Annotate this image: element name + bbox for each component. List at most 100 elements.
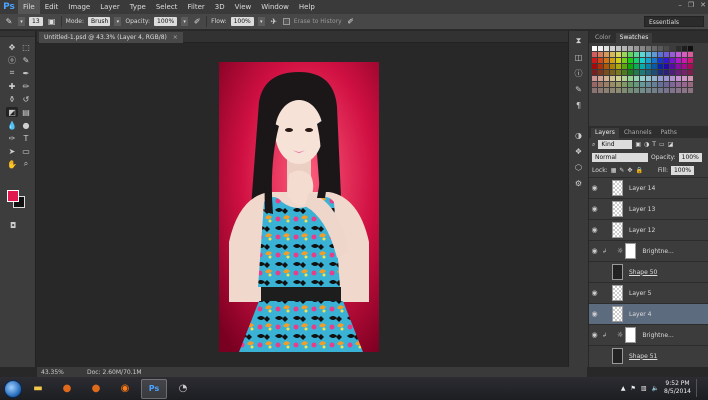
menu-window[interactable]: Window [256,0,294,14]
color-swatch[interactable] [616,82,621,87]
brush-size-picker[interactable]: 13 [29,17,43,26]
color-swatch[interactable] [634,52,639,57]
color-swatch[interactable] [616,46,621,51]
color-swatch[interactable] [592,76,597,81]
color-swatch[interactable] [610,58,615,63]
brush-tool-icon[interactable]: ✏ [20,81,32,91]
color-swatch[interactable] [598,70,603,75]
tab-layers[interactable]: Layers [591,128,619,138]
color-swatch[interactable] [610,76,615,81]
color-swatch[interactable] [598,64,603,69]
color-swatch[interactable] [634,46,639,51]
visibility-eye-icon[interactable]: ◉ [589,247,600,255]
menu-image[interactable]: Image [63,0,95,14]
color-swatch[interactable] [682,46,687,51]
color-swatch[interactable] [598,76,603,81]
timeline-panel-icon[interactable]: ⚙ [572,177,586,189]
menu-type[interactable]: Type [125,0,151,14]
lock-transparency-icon[interactable]: ▦ [611,167,617,174]
menu-filter[interactable]: Filter [182,0,209,14]
color-swatch[interactable] [652,52,657,57]
color-swatch[interactable] [646,76,651,81]
tab-swatches[interactable]: Swatches [615,33,653,43]
color-swatch[interactable] [640,46,645,51]
clock[interactable]: 9:52 PM 8/5/2014 [664,380,691,396]
color-swatch[interactable] [658,58,663,63]
color-swatch[interactable] [592,70,597,75]
move-tool-icon[interactable]: ✥ [6,42,18,52]
flag-icon[interactable]: ⚑ [631,385,636,392]
color-swatch[interactable] [634,88,639,93]
color-swatch[interactable] [622,64,627,69]
color-swatch[interactable] [634,76,639,81]
properties-panel-icon[interactable]: ◫ [572,51,586,63]
lock-all-icon[interactable]: 🔒 [635,167,642,174]
brush-panel-icon[interactable]: ▣ [47,17,57,27]
color-swatch[interactable] [688,64,693,69]
color-swatch[interactable] [676,52,681,57]
eyedropper-tool-icon[interactable]: ✒ [20,68,32,78]
color-swatch[interactable] [604,82,609,87]
document-tab[interactable]: Untitled-1.psd @ 43.3% (Layer 4, RGB/8) … [39,32,183,43]
foreground-color-swatch[interactable] [7,190,19,202]
layer-row[interactable]: ◉ Layer 4 [589,303,708,324]
color-swatch[interactable] [640,82,645,87]
menu-edit[interactable]: Edit [40,0,64,14]
show-desktop-button[interactable] [696,379,704,397]
color-swatch[interactable] [634,70,639,75]
restore-button[interactable]: ❐ [688,1,694,9]
color-swatch[interactable] [652,58,657,63]
fill-field[interactable]: 100% [670,166,695,175]
visibility-eye-icon[interactable]: ◉ [589,205,600,213]
info-panel-icon[interactable]: ⓘ [572,67,586,79]
color-swatch[interactable] [670,58,675,63]
type-tool-icon[interactable]: T [20,133,32,143]
color-swatch[interactable] [646,70,651,75]
layer-row[interactable]: Shape 51 [589,345,708,366]
color-swatch[interactable] [688,46,693,51]
color-swatch[interactable] [646,52,651,57]
color-swatch[interactable] [682,82,687,87]
filter-type-icon[interactable]: T [652,141,656,148]
color-swatch[interactable] [616,88,621,93]
flow-field[interactable]: 100% [230,17,254,26]
color-swatch[interactable] [646,88,651,93]
path-select-tool-icon[interactable]: ➤ [6,146,18,156]
color-swatch[interactable] [640,70,645,75]
color-swatch[interactable] [670,88,675,93]
media-taskbar-icon[interactable]: ◔ [170,379,196,399]
color-swatch[interactable] [610,46,615,51]
tab-color[interactable]: Color [591,33,615,43]
color-swatch[interactable] [652,46,657,51]
color-swatch[interactable] [604,70,609,75]
color-swatch[interactable] [664,88,669,93]
color-swatch[interactable] [604,52,609,57]
erase-to-history-checkbox[interactable] [282,18,290,25]
volume-icon[interactable]: 🔈 [652,385,659,392]
color-swatch[interactable] [664,46,669,51]
close-window-button[interactable]: ✕ [700,1,706,9]
color-swatch[interactable] [664,70,669,75]
color-swatch[interactable] [664,82,669,87]
color-swatch[interactable] [670,52,675,57]
color-swatch[interactable] [646,82,651,87]
color-swatch[interactable] [646,58,651,63]
color-swatch[interactable] [640,52,645,57]
3d-panel-icon[interactable]: ⬡ [572,161,586,173]
color-swatch[interactable] [652,64,657,69]
color-swatch[interactable] [628,70,633,75]
lasso-tool-icon[interactable]: ⓞ [6,55,18,65]
color-swatch[interactable] [622,58,627,63]
color-swatch[interactable] [604,58,609,63]
color-swatch[interactable] [592,52,597,57]
zoom-level[interactable]: 43.35% [37,369,67,376]
quick-select-tool-icon[interactable]: ✎ [20,55,32,65]
color-swatch[interactable] [682,88,687,93]
start-button[interactable] [4,379,22,398]
filter-adjust-icon[interactable]: ◑ [644,141,649,148]
color-swatch[interactable] [616,76,621,81]
menu-help[interactable]: Help [294,0,320,14]
color-swatch[interactable] [670,70,675,75]
color-swatch[interactable] [682,64,687,69]
color-swatch[interactable] [676,70,681,75]
